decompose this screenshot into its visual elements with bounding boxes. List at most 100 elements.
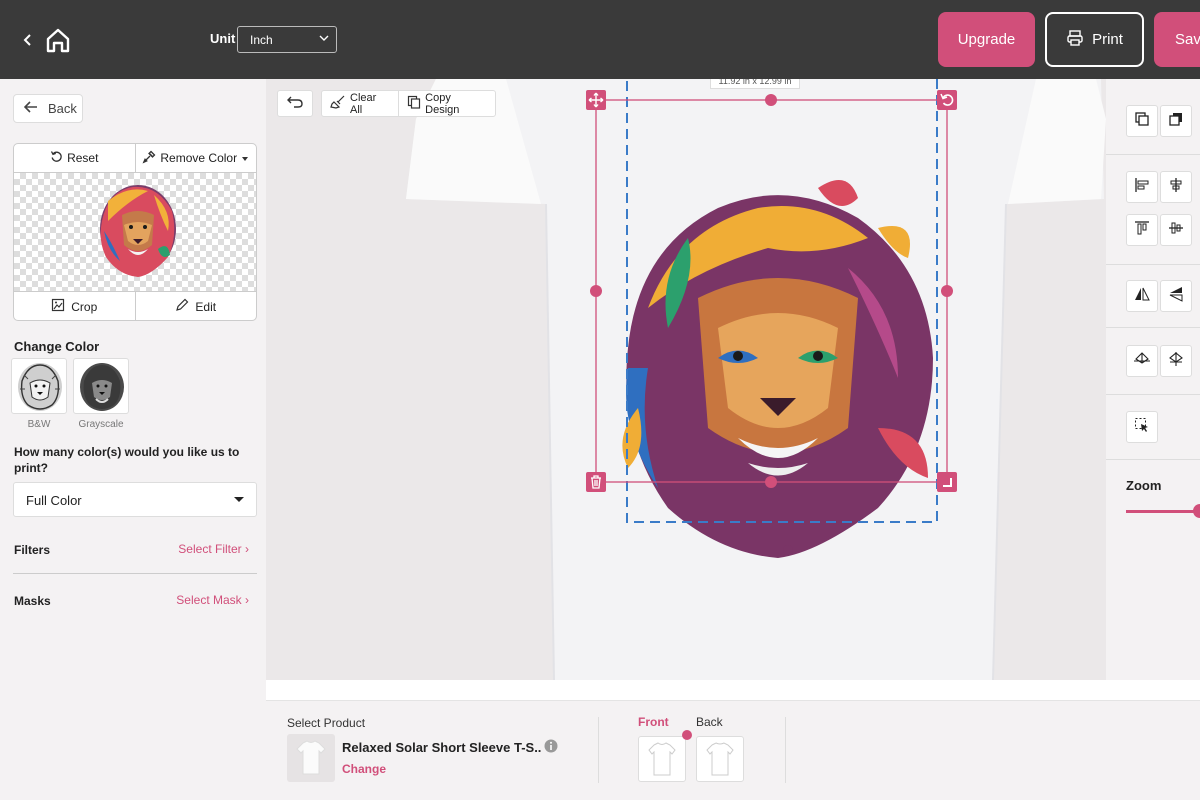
home-icon[interactable] xyxy=(44,26,72,54)
select-product-label: Select Product xyxy=(287,716,366,730)
crop-icon xyxy=(51,298,65,315)
crop-label: Crop xyxy=(71,299,98,314)
bw-swatch[interactable] xyxy=(11,358,67,414)
align-center-horizontal-icon xyxy=(1168,177,1184,198)
chevron-right-icon: › xyxy=(245,593,249,607)
back-button[interactable]: Back xyxy=(13,94,83,123)
undo-button[interactable] xyxy=(277,90,313,117)
product-bar: Select Product Relaxed Solar Short Sleev… xyxy=(266,700,1200,800)
edit-label: Edit xyxy=(195,299,217,314)
print-button[interactable]: Print xyxy=(1045,12,1144,67)
info-icon[interactable] xyxy=(544,739,558,753)
center-vertical-button[interactable] xyxy=(1160,345,1192,377)
crop-button[interactable]: Crop xyxy=(14,292,136,320)
color-count-value: Full Color xyxy=(26,493,82,508)
align-middle-button[interactable] xyxy=(1160,214,1192,246)
chevron-left-icon[interactable] xyxy=(20,28,38,52)
design-canvas[interactable]: 11.92 in x 12.99 in Clear All Copy Desig… xyxy=(266,79,1106,680)
chevron-right-icon: › xyxy=(245,542,249,556)
grayscale-label: Grayscale xyxy=(78,419,124,430)
center-vertical-icon xyxy=(1167,351,1185,372)
bring-forward-button[interactable] xyxy=(1126,105,1158,137)
separator xyxy=(1106,394,1200,395)
reset-label: Reset xyxy=(67,151,99,165)
filters-label: Filters xyxy=(14,543,51,557)
send-backward-button[interactable] xyxy=(1160,105,1192,137)
back-side-thumb[interactable] xyxy=(696,736,744,782)
save-label: Save xyxy=(1175,31,1200,48)
select-filter-link[interactable]: Select Filter › xyxy=(178,542,249,556)
copy-design-label: Copy Design xyxy=(425,91,460,116)
copy-design-button[interactable]: Copy Design xyxy=(399,91,495,116)
separator xyxy=(1106,264,1200,265)
move-handle-icon[interactable] xyxy=(586,90,606,110)
left-panel: Back Reset Remove Color Crop Edit Change… xyxy=(0,79,266,800)
canvas-tools: Clear All Copy Design xyxy=(321,90,496,117)
clear-all-button[interactable]: Clear All xyxy=(322,91,400,116)
upgrade-label: Upgrade xyxy=(957,31,1016,48)
image-preview xyxy=(14,173,256,291)
zoom-label: Zoom xyxy=(1126,478,1162,493)
center-horizontal-icon xyxy=(1133,351,1151,372)
separator xyxy=(1106,459,1200,460)
remove-color-label: Remove Color xyxy=(160,151,238,165)
unit-label: Unit xyxy=(210,31,236,46)
center-horizontal-button[interactable] xyxy=(1126,345,1158,377)
separator xyxy=(1106,154,1200,155)
pencil-icon xyxy=(175,298,189,315)
lion-thumbnail xyxy=(100,185,176,277)
colors-question: How many color(s) would you like us to p… xyxy=(14,445,240,475)
separator xyxy=(598,717,599,783)
front-side-thumb[interactable] xyxy=(638,736,686,782)
upgrade-button[interactable]: Upgrade xyxy=(938,12,1035,67)
align-top-icon xyxy=(1134,220,1150,241)
zoom-slider-track[interactable] xyxy=(1126,510,1200,513)
resize-handle-icon[interactable] xyxy=(937,472,957,492)
color-count-select[interactable]: Full Color xyxy=(13,482,257,517)
change-product-link[interactable]: Change xyxy=(342,762,386,776)
change-color-title: Change Color xyxy=(14,339,100,354)
layer-forward-icon xyxy=(1134,111,1150,132)
chevron-down-icon xyxy=(318,32,330,44)
undo-icon xyxy=(286,94,304,113)
reset-button[interactable]: Reset xyxy=(14,144,136,172)
separator xyxy=(785,717,786,783)
copy-icon xyxy=(407,95,421,112)
select-tool-button[interactable] xyxy=(1126,411,1158,443)
eyedropper-icon xyxy=(142,150,156,167)
align-left-button[interactable] xyxy=(1126,171,1158,203)
reset-icon xyxy=(50,150,63,166)
flip-horizontal-icon xyxy=(1134,286,1150,307)
masks-label: Masks xyxy=(14,594,51,608)
align-left-icon xyxy=(1134,177,1150,198)
active-side-indicator xyxy=(682,730,692,740)
back-label: Back xyxy=(48,101,77,116)
selection-cursor-icon xyxy=(1134,417,1150,438)
product-name: Relaxed Solar Short Sleeve T-S... xyxy=(342,740,542,755)
edit-button[interactable]: Edit xyxy=(136,292,257,320)
product-thumbnail[interactable] xyxy=(287,734,335,782)
right-panel: Zoom xyxy=(1106,79,1200,680)
unit-select[interactable]: Inch xyxy=(237,26,337,53)
tshirt-mockup xyxy=(406,79,1106,680)
zoom-slider-thumb[interactable] xyxy=(1193,504,1200,518)
printer-icon xyxy=(1066,29,1084,51)
flip-horizontal-button[interactable] xyxy=(1126,280,1158,312)
grayscale-swatch[interactable] xyxy=(73,358,129,414)
layer-backward-icon xyxy=(1168,111,1184,132)
align-center-h-button[interactable] xyxy=(1160,171,1192,203)
align-top-button[interactable] xyxy=(1126,214,1158,246)
clear-all-label: Clear All xyxy=(350,91,377,116)
select-mask-link[interactable]: Select Mask › xyxy=(176,593,249,607)
remove-color-button[interactable]: Remove Color xyxy=(136,144,257,172)
top-bar: Unit Inch Upgrade Print Save xyxy=(0,0,1200,79)
broom-icon xyxy=(330,95,346,112)
rotate-handle-icon[interactable] xyxy=(937,90,957,110)
flip-vertical-button[interactable] xyxy=(1160,280,1192,312)
bw-label: B&W xyxy=(27,419,51,430)
separator xyxy=(1106,327,1200,328)
save-button[interactable]: Save xyxy=(1154,12,1200,67)
lion-bw-thumbnail xyxy=(18,363,62,411)
back-label: Back xyxy=(696,715,723,729)
trash-icon[interactable] xyxy=(586,472,606,492)
